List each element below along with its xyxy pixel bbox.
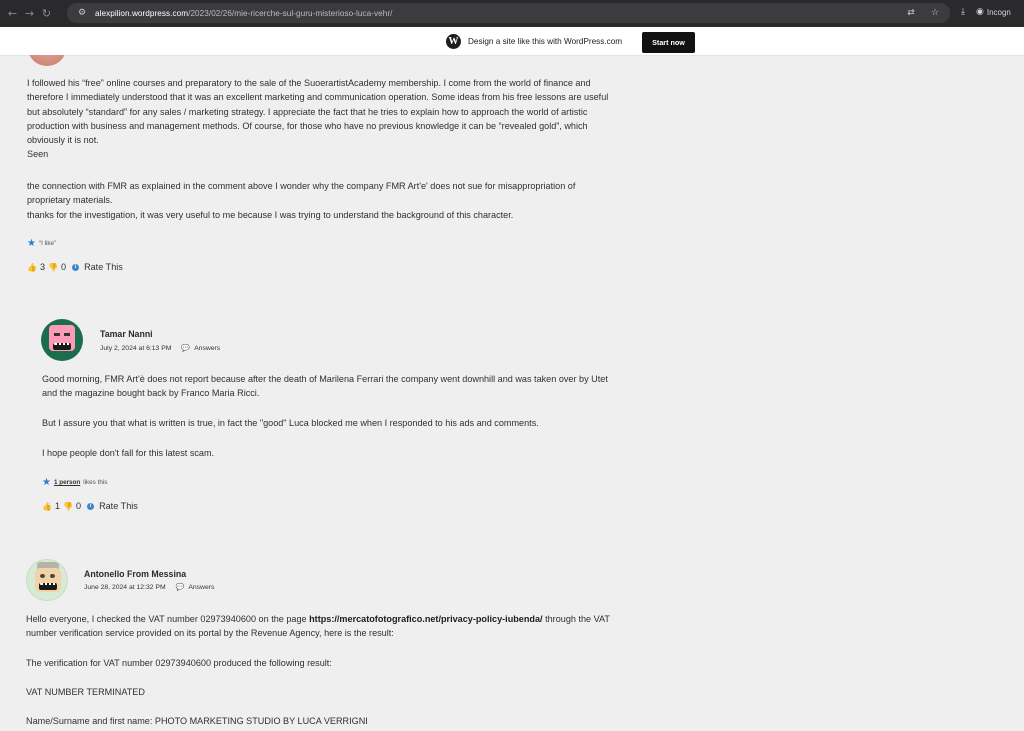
comment-text-line: but absolutely “standard” for any sales …	[27, 106, 588, 117]
comment-text-line: Name/Surname and first name: PHOTO MARKE…	[26, 716, 368, 726]
browser-toolbar: ← → ↻ ⚙ alexpilion.wordpress.com/2023/02…	[0, 0, 1024, 27]
thumbs-up-count: 3	[39, 262, 46, 272]
comment-meta: June 28, 2024 at 12:32 PM 💬 Answers	[84, 583, 214, 591]
url-path: /2023/02/26/mie-ricerche-sul-guru-mister…	[188, 8, 393, 18]
url-text[interactable]: alexpilion.wordpress.com/2023/02/26/mie-…	[95, 9, 392, 18]
comment-text-line: The verification for VAT number 02973940…	[26, 658, 332, 668]
wordpress-banner-text[interactable]: Design a site like this with WordPress.c…	[468, 37, 622, 46]
comment-body: Hello everyone, I checked the VAT number…	[26, 612, 610, 641]
comment-meta: July 2, 2024 at 6:13 PM 💬 Answers	[100, 344, 220, 352]
star-icon: ★	[42, 477, 51, 488]
comment-text-line: Seen	[27, 149, 49, 160]
back-icon[interactable]: ←	[4, 5, 21, 22]
thumbs-up-icon[interactable]: 👍	[27, 263, 37, 272]
comment-text-line: production with business and management …	[27, 120, 588, 131]
answers-link[interactable]: Answers	[194, 345, 220, 352]
comment-text-line: thanks for the investigation, it was ver…	[27, 209, 514, 220]
start-now-button[interactable]: Start now	[642, 32, 695, 53]
comment-text: Hello everyone, I checked the VAT number…	[26, 614, 310, 624]
site-settings-icon[interactable]: ⚙	[75, 6, 89, 20]
address-bar[interactable]: ⚙ alexpilion.wordpress.com/2023/02/26/mi…	[67, 3, 950, 23]
wordpress-banner: W Design a site like this with WordPress…	[0, 27, 1024, 56]
info-icon[interactable]: i	[87, 502, 95, 510]
reply-icon[interactable]: 💬	[176, 583, 185, 591]
bookmark-star-icon[interactable]: ☆	[928, 6, 942, 20]
thumbs-up-count: 1	[54, 501, 61, 511]
answers-link[interactable]: Answers	[188, 584, 214, 591]
incognito-label: Incogn	[986, 7, 1011, 17]
rating-row: 👍 3 👎 0 i Rate This	[27, 262, 123, 272]
comment-text-line: I followed his “free” online courses and…	[27, 78, 591, 88]
comment-body: I followed his “free” online courses and…	[27, 76, 608, 162]
comment-text-line: Hello everyone, I checked the VAT number…	[26, 612, 610, 626]
rating-row: 👍 1 👎 0 i Rate This	[42, 501, 138, 511]
comment-date[interactable]: June 28, 2024 at 12:32 PM	[84, 584, 166, 591]
thumbs-up-icon[interactable]: 👍	[42, 502, 52, 511]
comment-text-line: therefore I immediately understood that …	[27, 92, 609, 103]
comment-text: through the VAT	[542, 614, 610, 624]
comment-text-line: and the magazine bought back by Franco M…	[42, 388, 260, 399]
info-icon[interactable]: i	[72, 263, 80, 271]
likes-person-link[interactable]: 1 person	[54, 479, 80, 486]
comment-text-line: the connection with FMR as explained in …	[27, 181, 576, 191]
avatar[interactable]	[41, 319, 83, 361]
incognito-indicator[interactable]: ◉ Incogn	[976, 7, 1011, 17]
url-host: alexpilion.wordpress.com	[95, 8, 189, 18]
rate-this-link[interactable]: Rate This	[99, 501, 138, 511]
translate-icon[interactable]: ⇄	[904, 6, 918, 20]
comment-body: Good morning, FMR Art'è does not report …	[42, 372, 608, 401]
comment-text-line: proprietary materials.	[27, 195, 113, 206]
comment-text-line: number verification service provided on …	[26, 628, 394, 639]
likes-text: likes this	[83, 479, 108, 486]
comment-date[interactable]: July 2, 2024 at 6:13 PM	[100, 345, 171, 352]
comment-text-line: Good morning, FMR Art'è does not report …	[42, 374, 608, 384]
comment-text-line: VAT NUMBER TERMINATED	[26, 687, 145, 697]
like-label[interactable]: “I like”	[39, 240, 56, 247]
star-icon: ★	[27, 238, 36, 249]
like-widget[interactable]: ★ 1 person likes this	[42, 477, 107, 488]
comment-text-line: But I assure you that what is written is…	[42, 418, 539, 428]
comment-text-line: obviously it is not.	[27, 135, 99, 146]
comment-author[interactable]: Antonello From Messina	[84, 569, 186, 579]
rate-this-link[interactable]: Rate This	[84, 262, 123, 272]
comment-text-line: I hope people don't fall for this latest…	[42, 448, 215, 458]
comment-author[interactable]: Tamar Nanni	[100, 329, 153, 339]
thumbs-down-count: 0	[61, 262, 67, 272]
privacy-policy-link[interactable]: https://mercatofotografico.net/privacy-p…	[309, 614, 542, 624]
forward-icon[interactable]: →	[21, 5, 38, 22]
thumbs-down-icon[interactable]: 👎	[48, 263, 58, 272]
comment-body: the connection with FMR as explained in …	[27, 179, 575, 222]
thumbs-down-count: 0	[76, 501, 82, 511]
wordpress-logo-icon: W	[446, 34, 461, 49]
thumbs-down-icon[interactable]: 👎	[63, 502, 73, 511]
download-icon[interactable]: ⤓	[956, 5, 970, 19]
reply-icon[interactable]: 💬	[181, 344, 190, 352]
incognito-icon: ◉	[976, 7, 984, 17]
reload-icon[interactable]: ↻	[38, 5, 55, 22]
avatar[interactable]	[26, 559, 68, 601]
like-widget[interactable]: ★ “I like”	[27, 238, 56, 249]
